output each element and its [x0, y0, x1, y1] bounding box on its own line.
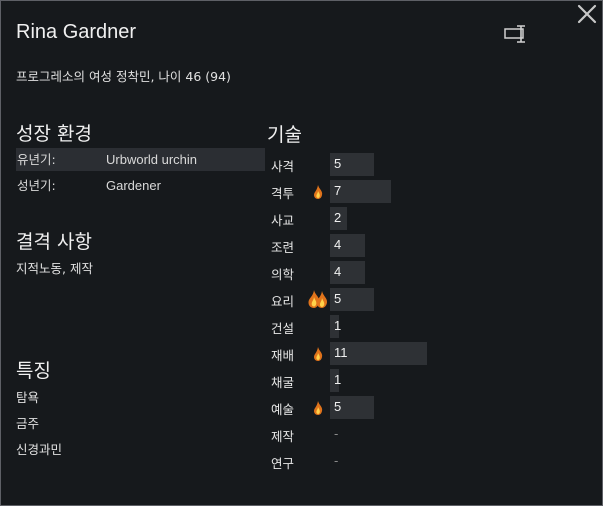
skill-name: 의학	[271, 267, 295, 282]
minor-passion-flame-icon	[313, 400, 323, 419]
skill-name: 재배	[271, 348, 295, 363]
minor-passion-flame-icon	[313, 184, 323, 203]
pawn-description: 프로그레소의 여성 정착민, 나이 46 (94)	[16, 69, 231, 84]
skill-level: 4	[334, 264, 342, 279]
skill-row[interactable]: 사격 5	[271, 152, 471, 176]
trait-item[interactable]: 금주	[16, 413, 39, 432]
skill-level: -	[334, 453, 339, 468]
adulthood-label: 성년기:	[17, 178, 56, 193]
skill-name: 사격	[271, 159, 295, 174]
skill-row[interactable]: 채굴 1	[271, 368, 471, 392]
major-passion-flame-icon	[308, 290, 328, 312]
traits-title: 특징	[16, 360, 51, 382]
skill-row[interactable]: 격투 7	[271, 179, 471, 203]
skill-row[interactable]: 제작 -	[271, 422, 471, 446]
close-button[interactable]	[576, 3, 598, 25]
close-icon	[577, 4, 597, 24]
rename-icon	[504, 25, 525, 43]
skill-level: 2	[334, 210, 342, 225]
trait-item[interactable]: 신경과민	[16, 439, 62, 458]
adulthood-value: Gardener	[106, 178, 161, 193]
skill-row[interactable]: 의학 4	[271, 260, 471, 284]
skill-row[interactable]: 재배 11	[271, 341, 471, 365]
incapable-text[interactable]: 지적노동, 제작	[16, 258, 93, 277]
skill-name: 요리	[271, 294, 295, 309]
childhood-label: 유년기:	[17, 152, 56, 167]
skill-level: 7	[334, 183, 342, 198]
pawn-name: Rina Gardner	[16, 21, 137, 43]
skill-level: 5	[334, 156, 342, 171]
childhood-value: Urbworld urchin	[106, 152, 198, 167]
rename-button[interactable]	[503, 23, 529, 45]
skill-level: -	[334, 426, 339, 441]
skill-name: 조련	[271, 240, 295, 255]
skill-level: 5	[334, 399, 342, 414]
skill-row[interactable]: 조련 4	[271, 233, 471, 257]
skill-name: 격투	[271, 186, 295, 201]
skill-name: 채굴	[271, 375, 295, 390]
skill-level: 1	[334, 372, 342, 387]
adulthood-row[interactable]: 성년기: Gardener	[16, 174, 265, 197]
skill-level: 5	[334, 291, 342, 306]
minor-passion-flame-icon	[313, 346, 323, 365]
skill-name: 사교	[271, 213, 295, 228]
skill-row[interactable]: 연구 -	[271, 449, 471, 473]
backstory-title: 성장 환경	[16, 123, 92, 145]
skill-name: 연구	[271, 456, 295, 471]
skill-row[interactable]: 사교 2	[271, 206, 471, 230]
incapable-title: 결격 사항	[16, 231, 92, 253]
skill-row[interactable]: 요리 5	[271, 287, 471, 311]
trait-item[interactable]: 탐욕	[16, 387, 39, 406]
skill-level: 4	[334, 237, 342, 252]
skill-row[interactable]: 건설 1	[271, 314, 471, 338]
character-card-window: Rina Gardner 프로그레소의 여성 정착민, 나이 46 (94) 성…	[0, 0, 603, 506]
skill-level: 11	[334, 345, 348, 360]
childhood-row[interactable]: 유년기: Urbworld urchin	[16, 148, 265, 171]
skill-name: 예술	[271, 402, 295, 417]
skills-title: 기술	[267, 124, 302, 146]
skill-row[interactable]: 예술 5	[271, 395, 471, 419]
skill-name: 제작	[271, 429, 295, 444]
skill-name: 건설	[271, 321, 295, 336]
skill-level: 1	[334, 318, 342, 333]
